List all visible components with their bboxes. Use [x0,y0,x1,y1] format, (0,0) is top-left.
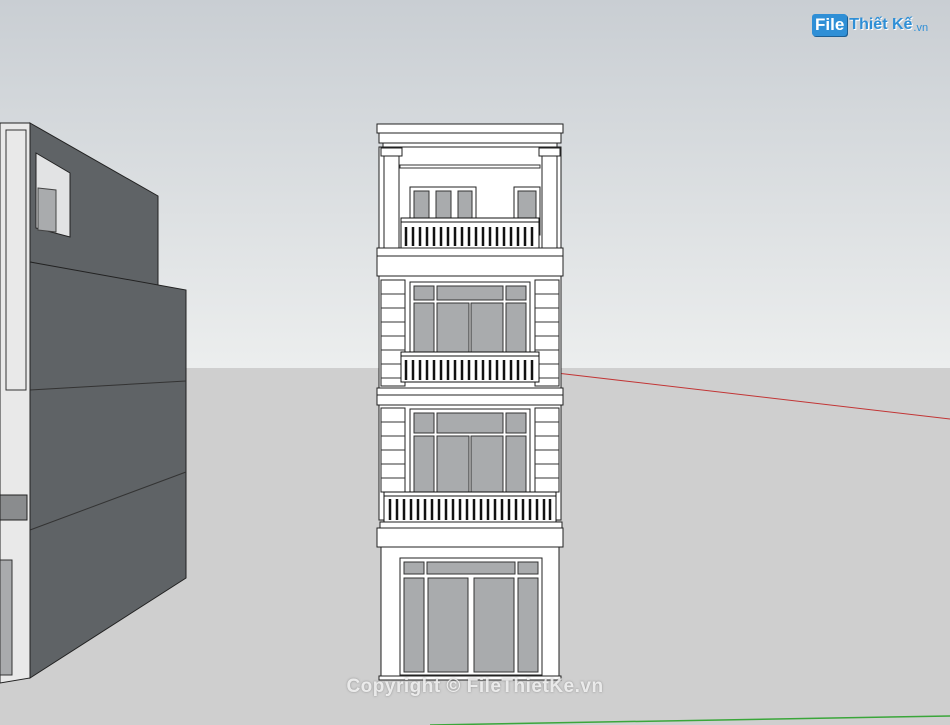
logo-badge: File [812,14,848,36]
balcony-railing-3 [400,351,540,383]
balcony-railing-top [400,217,540,249]
logo-name: Thiết Kế [849,16,913,33]
second-floor-window [409,408,531,500]
rustication-right-2 [534,407,560,493]
ground-floor-door [399,557,543,676]
scene-canvas[interactable] [0,0,950,725]
copyright-watermark: Copyright © FileThietKe.vn [346,676,604,697]
balcony-railing-2 [383,491,557,523]
site-logo[interactable]: File Thiết Kế .vn [812,12,928,38]
column-right [541,155,558,249]
rustication-left-2 [380,407,406,493]
sketchup-viewport[interactable]: File Thiết Kế .vn Copyright © FileThietK… [0,0,950,725]
logo-tld: .vn [913,22,929,34]
column-left [383,155,400,249]
house-facade[interactable] [376,123,564,681]
